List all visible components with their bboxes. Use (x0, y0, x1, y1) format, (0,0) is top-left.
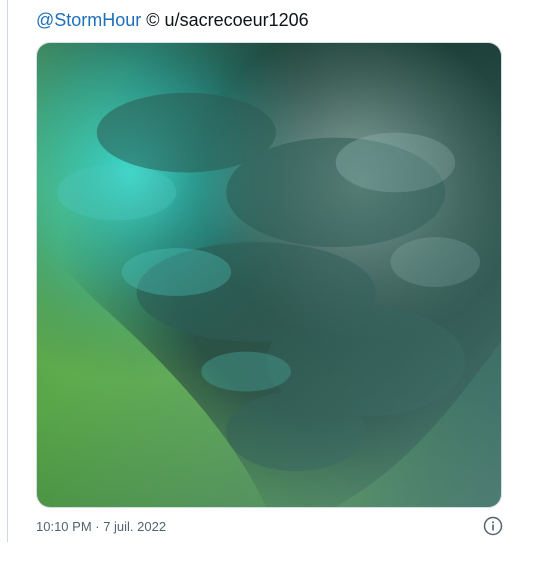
tweet-photo[interactable] (36, 42, 502, 508)
tweet-text: @StormHour © u/sacrecoeur1206 (36, 8, 309, 32)
thread-line (7, 0, 8, 542)
mention-link[interactable]: @StormHour (36, 10, 141, 30)
tweet-card: @StormHour © u/sacrecoeur1206 10:10 PM ·… (0, 0, 536, 563)
info-icon[interactable] (482, 515, 504, 537)
info-icon-glyph (483, 516, 503, 536)
timestamp[interactable]: 10:10 PM · 7 juil. 2022 (36, 519, 166, 535)
storm-cloud-photo (37, 43, 501, 507)
photo-credit: © u/sacrecoeur1206 (141, 10, 309, 30)
